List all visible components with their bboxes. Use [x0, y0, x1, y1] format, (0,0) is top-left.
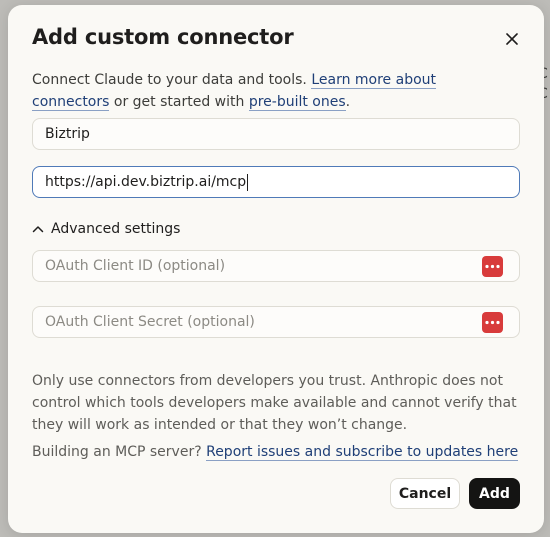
oauth-client-secret-placeholder: OAuth Client Secret (optional)	[45, 314, 255, 330]
connector-url-input[interactable]: https://api.dev.biztrip.ai/mcp	[32, 166, 520, 198]
add-connector-dialog: Add custom connector Connect Claude to y…	[8, 5, 544, 533]
advanced-settings-label: Advanced settings	[51, 221, 181, 237]
oauth-client-secret-input[interactable]: OAuth Client Secret (optional)	[32, 306, 520, 338]
trust-disclaimer: Only use connectors from developers you …	[32, 373, 517, 433]
intro-text: .	[345, 94, 351, 110]
connector-name-input[interactable]: Biztrip	[32, 118, 520, 150]
dialog-title: Add custom connector	[32, 25, 294, 49]
text-caret	[247, 173, 249, 191]
intro-text: or get started with	[109, 94, 249, 110]
password-manager-icon[interactable]	[482, 256, 503, 277]
mcp-server-text: Building an MCP server?	[32, 444, 207, 460]
close-button[interactable]	[500, 27, 524, 51]
mcp-server-note: Building an MCP server? Report issues an…	[32, 441, 519, 463]
connector-url-value: https://api.dev.biztrip.ai/mcp	[45, 174, 247, 190]
advanced-settings-toggle[interactable]: Advanced settings	[32, 221, 180, 237]
report-issues-link[interactable]: Report issues and subscribe to updates h…	[206, 444, 519, 461]
password-manager-icon[interactable]	[482, 312, 503, 333]
dialog-intro: Connect Claude to your data and tools. L…	[32, 69, 512, 113]
oauth-client-id-input[interactable]: OAuth Client ID (optional)	[32, 250, 520, 282]
oauth-client-id-placeholder: OAuth Client ID (optional)	[45, 258, 226, 274]
connector-name-value: Biztrip	[45, 126, 90, 142]
cancel-button[interactable]: Cancel	[390, 478, 460, 509]
close-icon	[506, 33, 518, 45]
pre-built-connectors-link[interactable]: pre-built ones	[248, 94, 346, 111]
intro-text: Connect Claude to your data and tools.	[32, 72, 312, 88]
chevron-up-icon	[32, 226, 44, 233]
add-button[interactable]: Add	[469, 478, 520, 509]
